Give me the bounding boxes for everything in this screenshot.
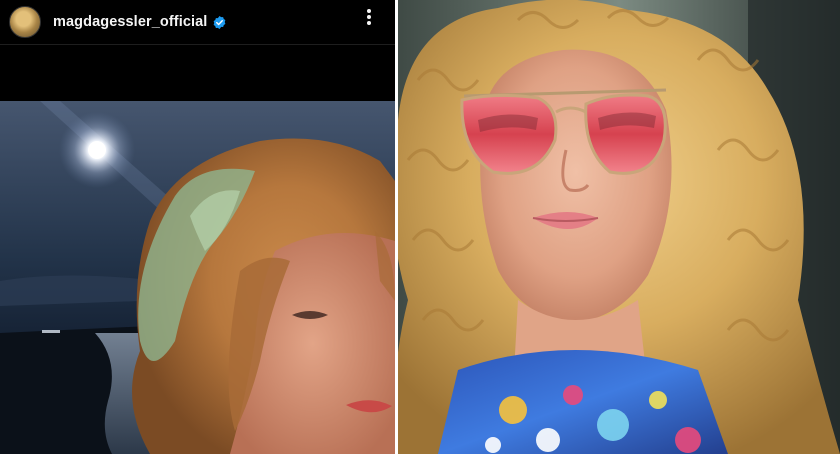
instagram-post-panel: magdagessler_official (0, 0, 395, 454)
more-options-icon[interactable] (361, 6, 377, 28)
username-link[interactable]: magdagessler_official (53, 14, 207, 30)
verified-badge-icon (214, 15, 226, 29)
night-selfie-video[interactable] (0, 101, 395, 454)
header-divider (0, 44, 395, 45)
sunglasses-selfie-image (398, 0, 840, 454)
night-selfie-image (0, 101, 395, 454)
post-header: magdagessler_official (0, 0, 395, 44)
sunglasses-selfie-photo (398, 0, 840, 454)
profile-avatar[interactable] (9, 6, 41, 38)
